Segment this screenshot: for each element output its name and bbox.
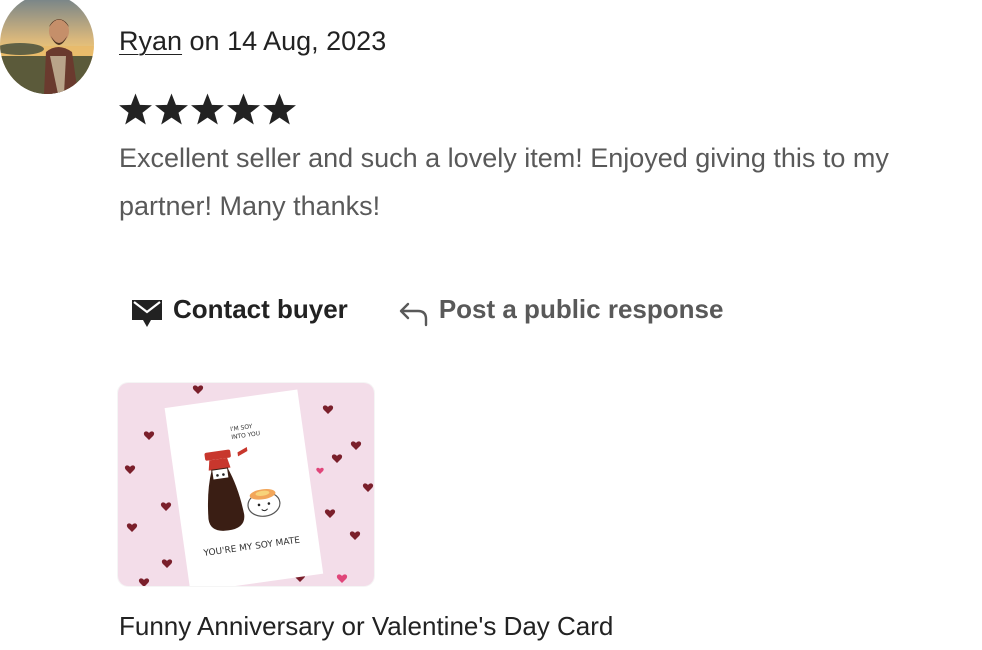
post-public-response-label: Post a public response bbox=[438, 293, 724, 324]
star-icon bbox=[190, 92, 225, 126]
contact-buyer-label: Contact buyer bbox=[173, 293, 348, 324]
product-title-link[interactable]: Funny Anniversary or Valentine's Day Car… bbox=[119, 609, 613, 643]
review-text: Excellent seller and such a lovely item!… bbox=[119, 143, 889, 221]
star-icon bbox=[262, 92, 297, 126]
contact-buyer-button[interactable]: Contact buyer bbox=[131, 290, 348, 328]
reviewer-avatar[interactable] bbox=[0, 0, 94, 94]
envelope-icon bbox=[131, 298, 163, 328]
review-actions: Contact buyer Post a public response bbox=[131, 290, 723, 328]
product-thumbnail[interactable]: I'M SOY INTO YOU YOU'RE MY SOY MATE bbox=[118, 383, 374, 586]
review-item: Ryan on 14 Aug, 2023 Excellent seller an… bbox=[0, 0, 982, 650]
star-icon bbox=[154, 92, 189, 126]
star-icon bbox=[226, 92, 261, 126]
reviewer-name-link[interactable]: Ryan bbox=[119, 26, 182, 56]
review-date: on 14 Aug, 2023 bbox=[182, 26, 387, 56]
post-public-response-button[interactable]: Post a public response bbox=[399, 291, 724, 327]
star-icon bbox=[118, 92, 153, 126]
star-rating bbox=[118, 92, 297, 126]
reply-arrow-icon bbox=[399, 301, 429, 327]
review-meta: Ryan on 14 Aug, 2023 bbox=[119, 24, 386, 58]
